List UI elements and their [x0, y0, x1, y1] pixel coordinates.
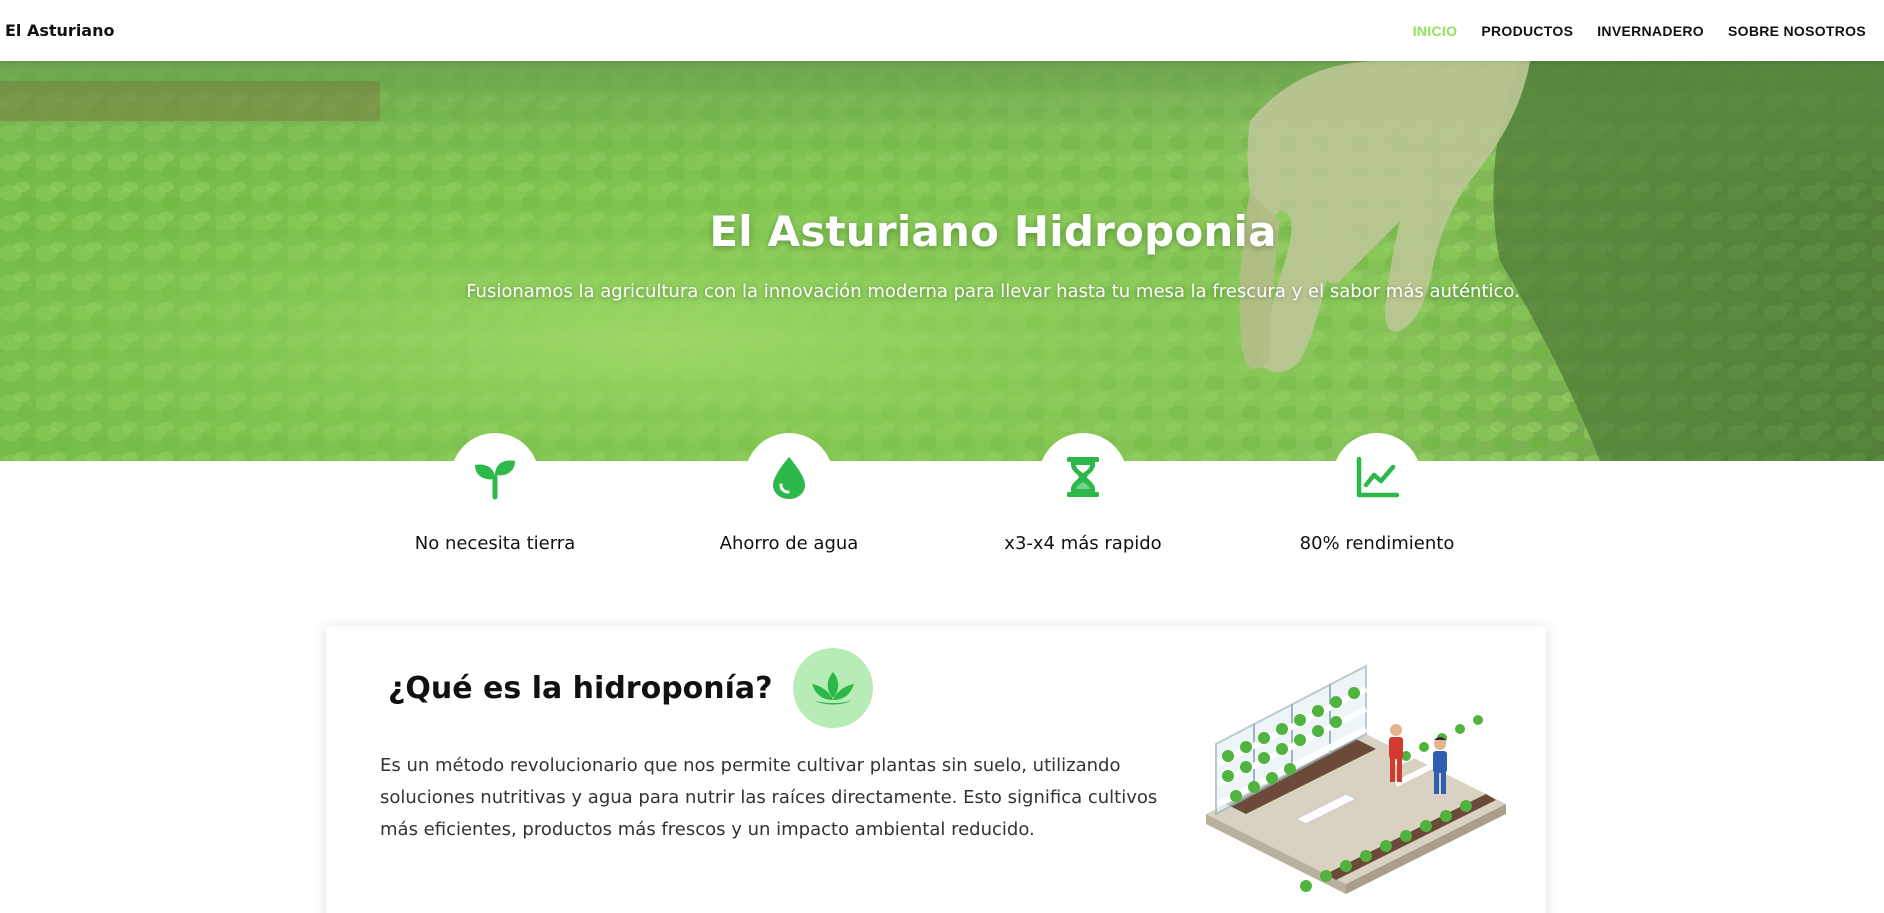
chart-line-icon	[1356, 456, 1400, 498]
about-hydroponics-card: ¿Qué es la hidroponía? Es un método revo…	[326, 626, 1546, 913]
feature-water-saving: Ahorro de agua	[659, 433, 919, 554]
feature-label: No necesita tierra	[414, 533, 576, 554]
feature-icon-circle	[1333, 433, 1421, 521]
feature-icon-circle	[451, 433, 539, 521]
navbar: El Asturiano INICIO PRODUCTOS INVERNADER…	[0, 0, 1884, 61]
feature-label: 80% rendimiento	[1299, 533, 1455, 554]
greenhouse-illustration	[1206, 664, 1506, 894]
card-description: Es un método revolucionario que nos perm…	[380, 755, 1158, 840]
nav-link-invernadero[interactable]: INVERNADERO	[1585, 23, 1716, 39]
hero-subtitle: Fusionamos la agricultura con la innovac…	[466, 281, 1520, 302]
hero-section: El Asturiano Hidroponia Fusionamos la ag…	[0, 61, 1884, 461]
hero-title: El Asturiano Hidroponia	[709, 207, 1277, 256]
nav-link-productos[interactable]: PRODUCTOS	[1469, 23, 1585, 39]
hero-content: El Asturiano Hidroponia Fusionamos la ag…	[0, 61, 1884, 461]
feature-icon-circle	[1039, 433, 1127, 521]
hourglass-icon	[1067, 457, 1099, 497]
brand-logo[interactable]: El Asturiano	[5, 21, 114, 40]
nav-links: INICIO PRODUCTOS INVERNADERO SOBRE NOSOT…	[1401, 0, 1878, 61]
features-row: No necesita tierra Ahorro de agua x3-x4 …	[0, 433, 1884, 563]
feature-no-soil: No necesita tierra	[365, 433, 625, 554]
nav-link-sobre-nosotros[interactable]: SOBRE NOSOTROS	[1716, 23, 1878, 39]
feature-yield: 80% rendimiento	[1247, 433, 1507, 554]
feature-faster-growth: x3-x4 más rapido	[953, 433, 1213, 554]
water-drop-icon	[773, 457, 805, 499]
feature-label: x3-x4 más rapido	[1004, 533, 1162, 554]
nav-link-inicio[interactable]: INICIO	[1401, 23, 1470, 39]
feature-label: Ahorro de agua	[719, 533, 859, 554]
card-title-row: ¿Qué es la hidroponía?	[388, 648, 873, 728]
feature-icon-circle	[745, 433, 833, 521]
leaf-icon	[811, 672, 854, 705]
card-icon-circle	[792, 648, 873, 728]
sprout-icon	[475, 460, 515, 500]
card-title: ¿Qué es la hidroponía?	[388, 670, 773, 706]
